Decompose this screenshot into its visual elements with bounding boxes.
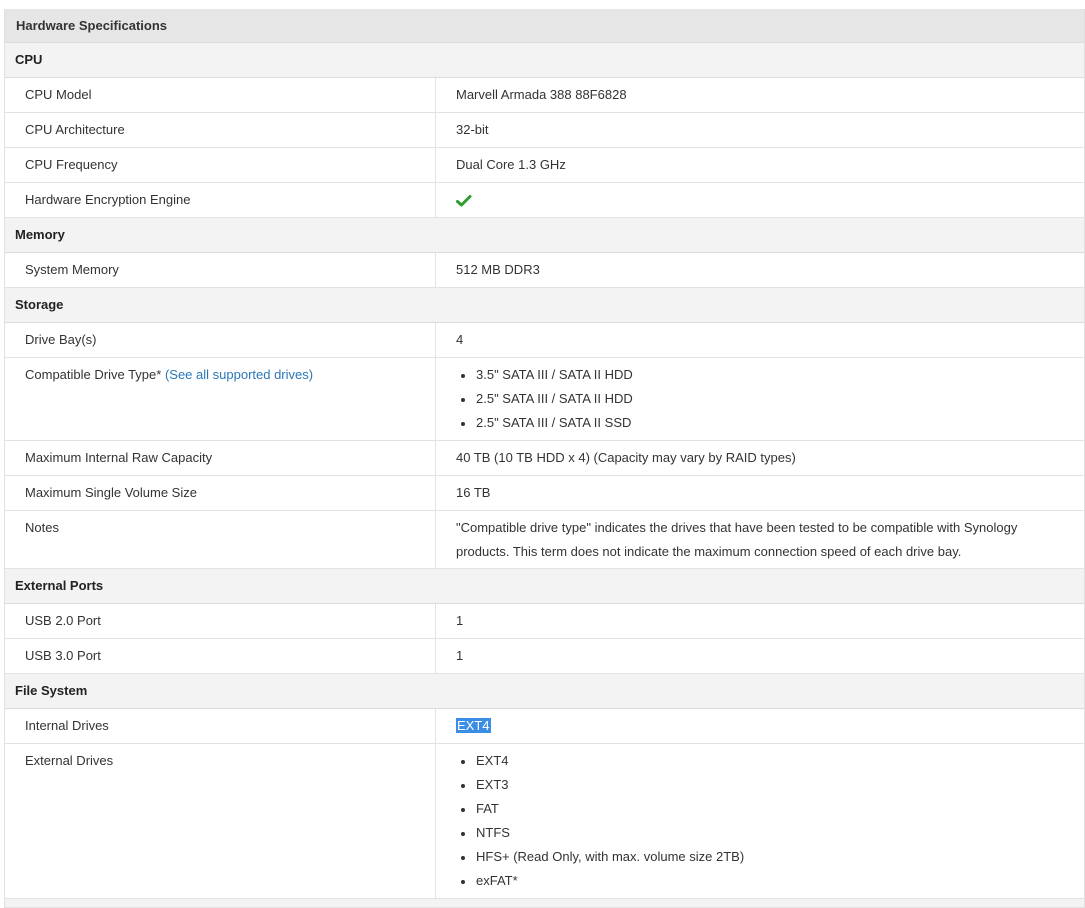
spec-label: USB 3.0 Port — [5, 639, 436, 673]
section-heading-cpu: CPU — [5, 43, 1084, 78]
spec-value: 32-bit — [456, 122, 489, 137]
spec-value: 3.5" SATA III / SATA II HDD 2.5" SATA II… — [436, 358, 1084, 440]
spec-value: 40 TB (10 TB HDD x 4) (Capacity may vary… — [456, 450, 796, 465]
spec-value: 1 — [456, 648, 464, 663]
list-item: 3.5" SATA III / SATA II HDD — [456, 367, 1064, 391]
spec-label: CPU Model — [5, 78, 436, 112]
list-item: 2.5" SATA III / SATA II HDD — [456, 391, 1064, 415]
spec-label: USB 2.0 Port — [5, 604, 436, 638]
list-item: HFS+ (Read Only, with max. volume size 2… — [456, 849, 1064, 873]
checkmark-icon — [456, 194, 472, 208]
spec-value: EXT4 — [436, 709, 1084, 743]
spec-row-encryption: Hardware Encryption Engine — [5, 183, 1084, 218]
spec-value: 512 MB DDR3 — [456, 262, 540, 277]
spec-row-usb3: USB 3.0 Port 1 — [5, 639, 1084, 674]
spec-value: Marvell Armada 388 88F6828 — [456, 87, 627, 102]
selected-text: EXT4 — [456, 718, 491, 733]
spec-value — [436, 183, 1084, 217]
spec-row-internal-drives: Internal Drives EXT4 — [5, 709, 1084, 744]
list-item: NTFS — [456, 825, 1064, 849]
spec-label: CPU Architecture — [5, 113, 436, 147]
spec-value: EXT4 EXT3 FAT NTFS HFS+ (Read Only, with… — [436, 744, 1084, 898]
hardware-spec-table: Hardware Specifications CPU CPU Model Ma… — [4, 9, 1085, 908]
spec-row-usb2: USB 2.0 Port 1 — [5, 604, 1084, 639]
spec-row-system-memory: System Memory 512 MB DDR3 — [5, 253, 1084, 288]
section-heading-file-system: File System — [5, 674, 1084, 709]
spec-value: 16 TB — [456, 485, 491, 500]
spec-label: External Drives — [5, 744, 436, 898]
list-item: exFAT* — [456, 873, 1064, 889]
spec-row-external-drives: External Drives EXT4 EXT3 FAT NTFS HFS+ … — [5, 744, 1084, 899]
spec-label: CPU Frequency — [5, 148, 436, 182]
list-item: FAT — [456, 801, 1064, 825]
spec-value: Dual Core 1.3 GHz — [456, 157, 566, 172]
spec-row-cpu-architecture: CPU Architecture 32-bit — [5, 113, 1084, 148]
spec-label: Drive Bay(s) — [5, 323, 436, 357]
section-heading-memory: Memory — [5, 218, 1084, 253]
spec-label: Internal Drives — [5, 709, 436, 743]
spec-title: Hardware Specifications — [5, 9, 1084, 43]
spec-label: Notes — [5, 511, 436, 568]
compatible-label-text: Compatible Drive Type* — [25, 367, 162, 382]
spec-row-max-volume-size: Maximum Single Volume Size 16 TB — [5, 476, 1084, 511]
spec-value: "Compatible drive type" indicates the dr… — [456, 520, 1018, 559]
spec-label: Maximum Single Volume Size — [5, 476, 436, 510]
spec-row-notes: Notes "Compatible drive type" indicates … — [5, 511, 1084, 569]
list-item: 2.5" SATA III / SATA II SSD — [456, 415, 1064, 431]
see-supported-drives-link[interactable]: (See all supported drives) — [165, 367, 313, 382]
spec-row-cpu-model: CPU Model Marvell Armada 388 88F6828 — [5, 78, 1084, 113]
spec-row-drive-bays: Drive Bay(s) 4 — [5, 323, 1084, 358]
spec-value: 4 — [456, 332, 464, 347]
spec-value: 1 — [456, 613, 464, 628]
list-item: EXT3 — [456, 777, 1064, 801]
section-heading-storage: Storage — [5, 288, 1084, 323]
list-item: EXT4 — [456, 753, 1064, 777]
spec-label: Hardware Encryption Engine — [5, 183, 436, 217]
spec-row-compatible-drive-type: Compatible Drive Type* (See all supporte… — [5, 358, 1084, 441]
next-section-edge — [5, 899, 1084, 908]
spec-label: Compatible Drive Type* (See all supporte… — [5, 358, 436, 440]
compatible-drive-list: 3.5" SATA III / SATA II HDD 2.5" SATA II… — [456, 367, 1064, 431]
spec-label: Maximum Internal Raw Capacity — [5, 441, 436, 475]
spec-row-cpu-frequency: CPU Frequency Dual Core 1.3 GHz — [5, 148, 1084, 183]
spec-row-max-raw-capacity: Maximum Internal Raw Capacity 40 TB (10 … — [5, 441, 1084, 476]
external-drive-list: EXT4 EXT3 FAT NTFS HFS+ (Read Only, with… — [456, 753, 1064, 889]
section-heading-external-ports: External Ports — [5, 569, 1084, 604]
spec-label: System Memory — [5, 253, 436, 287]
